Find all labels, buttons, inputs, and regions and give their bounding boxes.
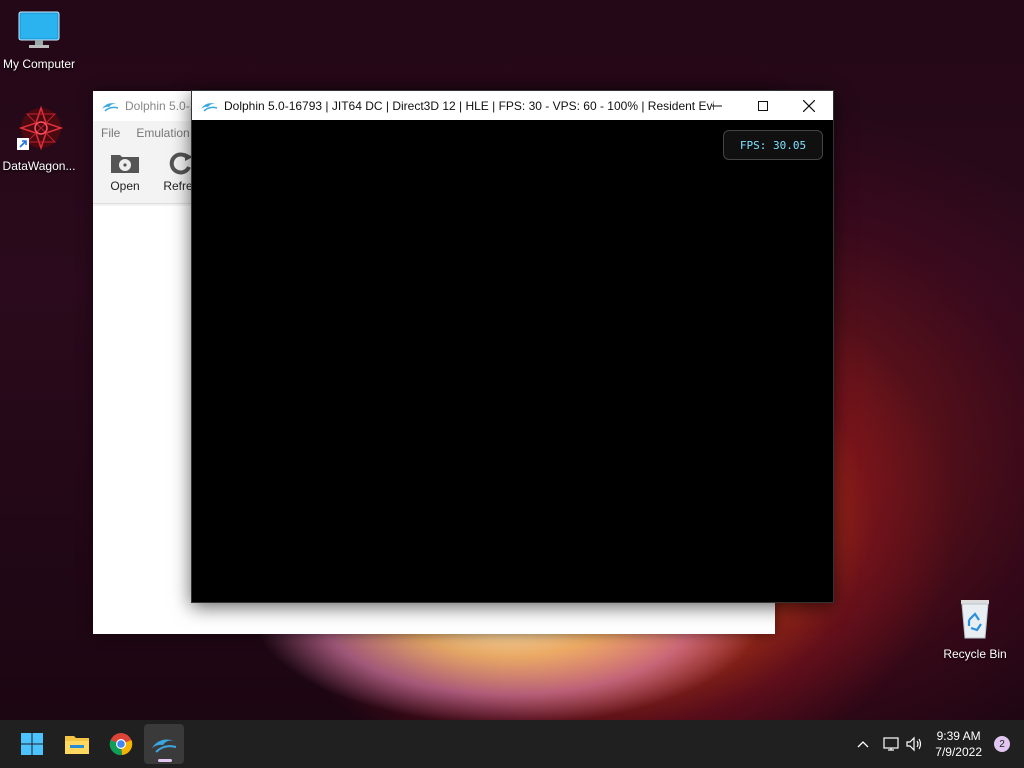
render-window-titlebar[interactable]: Dolphin 5.0-16793 | JIT64 DC | Direct3D … — [192, 91, 833, 120]
main-window-title: Dolphin 5.0-1 — [125, 99, 197, 113]
windows-start-icon — [21, 733, 43, 755]
network-button[interactable] — [881, 736, 903, 752]
taskbar: 9:39 AM 7/9/2022 2 — [0, 720, 1024, 768]
system-tray: 9:39 AM 7/9/2022 2 — [851, 720, 1024, 768]
notification-badge[interactable]: 2 — [994, 736, 1010, 752]
desktop-icon-label: Recycle Bin — [943, 647, 1007, 661]
computer-icon — [18, 11, 60, 48]
render-canvas[interactable]: FPS: 30.05 — [192, 120, 833, 602]
chrome-icon — [109, 733, 133, 756]
minimize-icon — [712, 105, 722, 106]
menu-emulation[interactable]: Emulation — [136, 126, 189, 140]
maximize-button[interactable] — [740, 91, 786, 120]
minimize-button[interactable] — [694, 91, 740, 120]
desktop-icon-label: DataWagon... — [2, 159, 76, 173]
volume-button[interactable] — [903, 736, 925, 752]
close-icon — [803, 99, 815, 112]
clock[interactable]: 9:39 AM 7/9/2022 — [935, 728, 982, 760]
dolphin-render-window[interactable]: Dolphin 5.0-16793 | JIT64 DC | Direct3D … — [191, 90, 834, 603]
open-disc-icon — [111, 155, 139, 173]
dolphin-icon — [102, 103, 119, 112]
chevron-up-icon — [857, 741, 869, 748]
file-explorer-icon — [65, 736, 89, 754]
close-button[interactable] — [786, 91, 832, 120]
desktop-icon-label: My Computer — [2, 57, 76, 71]
desktop-icon-recycle-bin[interactable]: Recycle Bin — [940, 596, 1010, 661]
active-app-indicator — [158, 759, 172, 762]
network-icon — [883, 737, 899, 751]
desktop-icon-datawagon[interactable]: DataWagon... — [0, 105, 78, 173]
dolphin-icon — [201, 102, 218, 112]
maximize-icon — [758, 100, 768, 111]
open-button[interactable]: Open — [97, 145, 153, 193]
open-label: Open — [110, 179, 140, 193]
start-button[interactable] — [12, 724, 52, 764]
desktop-icon-my-computer[interactable]: My Computer — [0, 10, 78, 71]
volume-icon — [906, 736, 922, 752]
menu-file[interactable]: File — [101, 126, 120, 140]
show-hidden-icons-button[interactable] — [851, 740, 875, 748]
datawagon-icon — [17, 105, 64, 151]
render-window-title: Dolphin 5.0-16793 | JIT64 DC | Direct3D … — [224, 98, 714, 113]
fps-overlay: FPS: 30.05 — [723, 130, 823, 160]
recycle-bin-icon — [961, 600, 989, 639]
taskbar-dolphin[interactable] — [144, 724, 184, 764]
taskbar-chrome[interactable] — [101, 724, 141, 764]
taskbar-file-explorer[interactable] — [57, 724, 97, 764]
clock-time: 9:39 AM — [936, 729, 981, 743]
clock-date: 7/9/2022 — [935, 745, 982, 759]
desktop: My Computer DataWagon... Recycle Bin Dol… — [0, 0, 1024, 720]
dolphin-icon — [152, 739, 177, 753]
